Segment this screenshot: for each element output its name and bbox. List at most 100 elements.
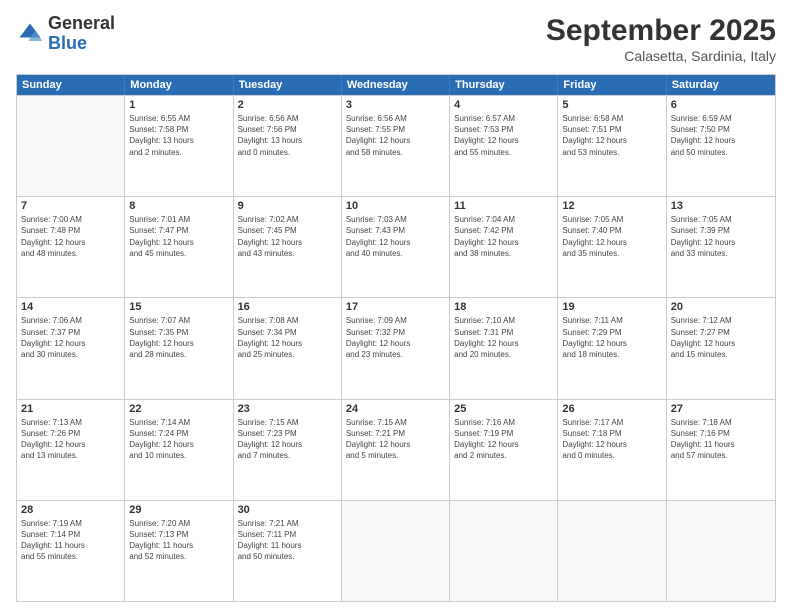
day-info: Sunrise: 7:04 AM Sunset: 7:42 PM Dayligh… [454, 214, 553, 259]
calendar-day [558, 501, 666, 601]
day-number: 3 [346, 99, 445, 111]
day-info: Sunrise: 7:08 AM Sunset: 7:34 PM Dayligh… [238, 315, 337, 360]
day-info: Sunrise: 7:09 AM Sunset: 7:32 PM Dayligh… [346, 315, 445, 360]
logo-text: General Blue [48, 14, 115, 54]
day-info: Sunrise: 7:20 AM Sunset: 7:13 PM Dayligh… [129, 518, 228, 563]
day-info: Sunrise: 7:00 AM Sunset: 7:48 PM Dayligh… [21, 214, 120, 259]
day-number: 20 [671, 301, 771, 313]
calendar-day: 15Sunrise: 7:07 AM Sunset: 7:35 PM Dayli… [125, 298, 233, 398]
calendar-day: 14Sunrise: 7:06 AM Sunset: 7:37 PM Dayli… [17, 298, 125, 398]
day-number: 27 [671, 403, 771, 415]
day-number: 5 [562, 99, 661, 111]
day-info: Sunrise: 6:59 AM Sunset: 7:50 PM Dayligh… [671, 113, 771, 158]
day-info: Sunrise: 7:13 AM Sunset: 7:26 PM Dayligh… [21, 417, 120, 462]
logo-blue: Blue [48, 34, 115, 54]
day-number: 16 [238, 301, 337, 313]
day-info: Sunrise: 7:21 AM Sunset: 7:11 PM Dayligh… [238, 518, 337, 563]
calendar-day: 2Sunrise: 6:56 AM Sunset: 7:56 PM Daylig… [234, 96, 342, 196]
calendar-day: 3 Sunrise: 6:56 AM Sunset: 7:55 PM Daylig… [342, 96, 450, 196]
calendar-day: 18 Sunrise: 7:10 AM Sunset: 7:31 PM Dayli… [450, 298, 558, 398]
calendar-day: 25 Sunrise: 7:16 AM Sunset: 7:19 PM Dayli… [450, 400, 558, 500]
day-number: 26 [562, 403, 661, 415]
calendar-week: 28 Sunrise: 7:19 AM Sunset: 7:14 PM Dayli… [17, 500, 775, 601]
day-number: 12 [562, 200, 661, 212]
calendar-day: 8 Sunrise: 7:01 AM Sunset: 7:47 PM Daylig… [125, 197, 233, 297]
day-info: Sunrise: 7:14 AM Sunset: 7:24 PM Dayligh… [129, 417, 228, 462]
calendar-day: 10Sunrise: 7:03 AM Sunset: 7:43 PM Dayli… [342, 197, 450, 297]
calendar-day: 7 Sunrise: 7:00 AM Sunset: 7:48 PM Daylig… [17, 197, 125, 297]
calendar-week: 1 Sunrise: 6:55 AM Sunset: 7:58 PM Daylig… [17, 95, 775, 196]
day-info: Sunrise: 7:19 AM Sunset: 7:14 PM Dayligh… [21, 518, 120, 563]
calendar-day: 28 Sunrise: 7:19 AM Sunset: 7:14 PM Dayli… [17, 501, 125, 601]
weekday-header: Thursday [450, 75, 558, 95]
calendar-day: 20 Sunrise: 7:12 AM Sunset: 7:27 PM Dayli… [667, 298, 775, 398]
day-info: Sunrise: 6:56 AM Sunset: 7:56 PM Dayligh… [238, 113, 337, 158]
calendar-header: SundayMondayTuesdayWednesdayThursdayFrid… [17, 75, 775, 95]
header: General Blue September 2025 Calasetta, S… [16, 14, 776, 64]
calendar-day: 26 Sunrise: 7:17 AM Sunset: 7:18 PM Dayli… [558, 400, 666, 500]
day-info: Sunrise: 7:01 AM Sunset: 7:47 PM Dayligh… [129, 214, 228, 259]
day-number: 22 [129, 403, 228, 415]
day-info: Sunrise: 6:55 AM Sunset: 7:58 PM Dayligh… [129, 113, 228, 158]
calendar-day [667, 501, 775, 601]
day-number: 25 [454, 403, 553, 415]
day-info: Sunrise: 7:12 AM Sunset: 7:27 PM Dayligh… [671, 315, 771, 360]
day-number: 13 [671, 200, 771, 212]
day-number: 14 [21, 301, 120, 313]
day-number: 7 [21, 200, 120, 212]
day-number: 17 [346, 301, 445, 313]
day-info: Sunrise: 7:18 AM Sunset: 7:16 PM Dayligh… [671, 417, 771, 462]
calendar-day: 21 Sunrise: 7:13 AM Sunset: 7:26 PM Dayli… [17, 400, 125, 500]
day-number: 15 [129, 301, 228, 313]
calendar-day: 23 Sunrise: 7:15 AM Sunset: 7:23 PM Dayli… [234, 400, 342, 500]
day-info: Sunrise: 6:58 AM Sunset: 7:51 PM Dayligh… [562, 113, 661, 158]
day-info: Sunrise: 7:16 AM Sunset: 7:19 PM Dayligh… [454, 417, 553, 462]
calendar-week: 14Sunrise: 7:06 AM Sunset: 7:37 PM Dayli… [17, 297, 775, 398]
calendar-day: 30 Sunrise: 7:21 AM Sunset: 7:11 PM Dayli… [234, 501, 342, 601]
logo-general: General [48, 14, 115, 34]
day-number: 1 [129, 99, 228, 111]
logo: General Blue [16, 14, 115, 54]
day-number: 11 [454, 200, 553, 212]
calendar-day: 27 Sunrise: 7:18 AM Sunset: 7:16 PM Dayli… [667, 400, 775, 500]
day-number: 29 [129, 504, 228, 516]
day-info: Sunrise: 7:17 AM Sunset: 7:18 PM Dayligh… [562, 417, 661, 462]
day-number: 6 [671, 99, 771, 111]
calendar-day [17, 96, 125, 196]
calendar-day: 16 Sunrise: 7:08 AM Sunset: 7:34 PM Dayli… [234, 298, 342, 398]
day-info: Sunrise: 7:10 AM Sunset: 7:31 PM Dayligh… [454, 315, 553, 360]
location: Calasetta, Sardinia, Italy [546, 48, 776, 64]
calendar-day [450, 501, 558, 601]
calendar-day: 17 Sunrise: 7:09 AM Sunset: 7:32 PM Dayli… [342, 298, 450, 398]
month-title: September 2025 [546, 14, 776, 48]
weekday-header: Monday [125, 75, 233, 95]
calendar-day: 12Sunrise: 7:05 AM Sunset: 7:40 PM Dayli… [558, 197, 666, 297]
day-number: 30 [238, 504, 337, 516]
day-number: 24 [346, 403, 445, 415]
calendar-day [342, 501, 450, 601]
day-number: 18 [454, 301, 553, 313]
day-info: Sunrise: 7:02 AM Sunset: 7:45 PM Dayligh… [238, 214, 337, 259]
calendar-day: 29 Sunrise: 7:20 AM Sunset: 7:13 PM Dayli… [125, 501, 233, 601]
day-number: 28 [21, 504, 120, 516]
day-info: Sunrise: 7:15 AM Sunset: 7:23 PM Dayligh… [238, 417, 337, 462]
day-number: 21 [21, 403, 120, 415]
calendar-day: 4Sunrise: 6:57 AM Sunset: 7:53 PM Daylig… [450, 96, 558, 196]
logo-icon [16, 20, 44, 48]
calendar: SundayMondayTuesdayWednesdayThursdayFrid… [16, 74, 776, 602]
day-info: Sunrise: 6:56 AM Sunset: 7:55 PM Dayligh… [346, 113, 445, 158]
weekday-header: Wednesday [342, 75, 450, 95]
calendar-day: 24 Sunrise: 7:15 AM Sunset: 7:21 PM Dayli… [342, 400, 450, 500]
weekday-header: Tuesday [234, 75, 342, 95]
day-number: 23 [238, 403, 337, 415]
day-number: 8 [129, 200, 228, 212]
title-block: September 2025 Calasetta, Sardinia, Ital… [546, 14, 776, 64]
calendar-day: 9 Sunrise: 7:02 AM Sunset: 7:45 PM Daylig… [234, 197, 342, 297]
calendar-week: 7 Sunrise: 7:00 AM Sunset: 7:48 PM Daylig… [17, 196, 775, 297]
day-number: 9 [238, 200, 337, 212]
day-info: Sunrise: 7:11 AM Sunset: 7:29 PM Dayligh… [562, 315, 661, 360]
calendar-body: 1 Sunrise: 6:55 AM Sunset: 7:58 PM Daylig… [17, 95, 775, 601]
day-info: Sunrise: 7:15 AM Sunset: 7:21 PM Dayligh… [346, 417, 445, 462]
day-number: 19 [562, 301, 661, 313]
day-number: 10 [346, 200, 445, 212]
